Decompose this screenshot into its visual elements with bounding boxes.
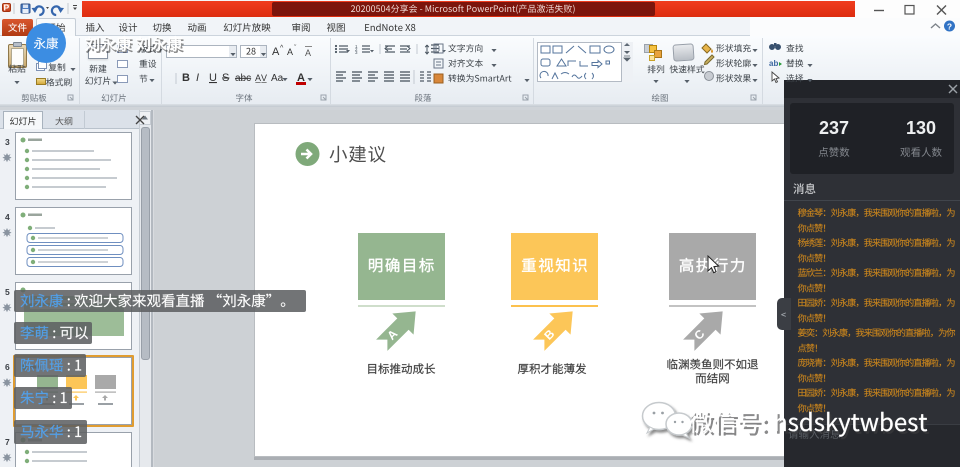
svg-text:5: 5: [5, 287, 10, 297]
svg-text:abc: abc: [235, 73, 251, 84]
svg-text:S: S: [222, 72, 229, 84]
svg-text:ab: ab: [769, 59, 778, 68]
svg-text:3: 3: [5, 137, 10, 147]
svg-text:A: A: [297, 72, 305, 84]
svg-text:P: P: [3, 3, 9, 13]
svg-text:Aa: Aa: [271, 73, 284, 84]
svg-text:A: A: [272, 46, 280, 58]
svg-text:130: 130: [906, 118, 936, 138]
svg-text:A: A: [287, 47, 293, 57]
svg-text:ˇ: ˇ: [294, 45, 297, 52]
svg-text:3: 3: [355, 50, 358, 55]
svg-text:U: U: [209, 72, 217, 84]
svg-text:4: 4: [5, 212, 10, 222]
svg-text:I: I: [196, 72, 199, 84]
svg-text:A: A: [305, 48, 311, 58]
svg-text:237: 237: [819, 118, 849, 138]
svg-text:^: ^: [280, 45, 284, 52]
svg-text:A̲V̲: A̲V̲: [255, 73, 267, 83]
svg-text:?: ?: [947, 22, 952, 32]
svg-text:B: B: [182, 72, 190, 84]
svg-text:7: 7: [5, 437, 10, 447]
svg-text:6: 6: [5, 362, 10, 372]
